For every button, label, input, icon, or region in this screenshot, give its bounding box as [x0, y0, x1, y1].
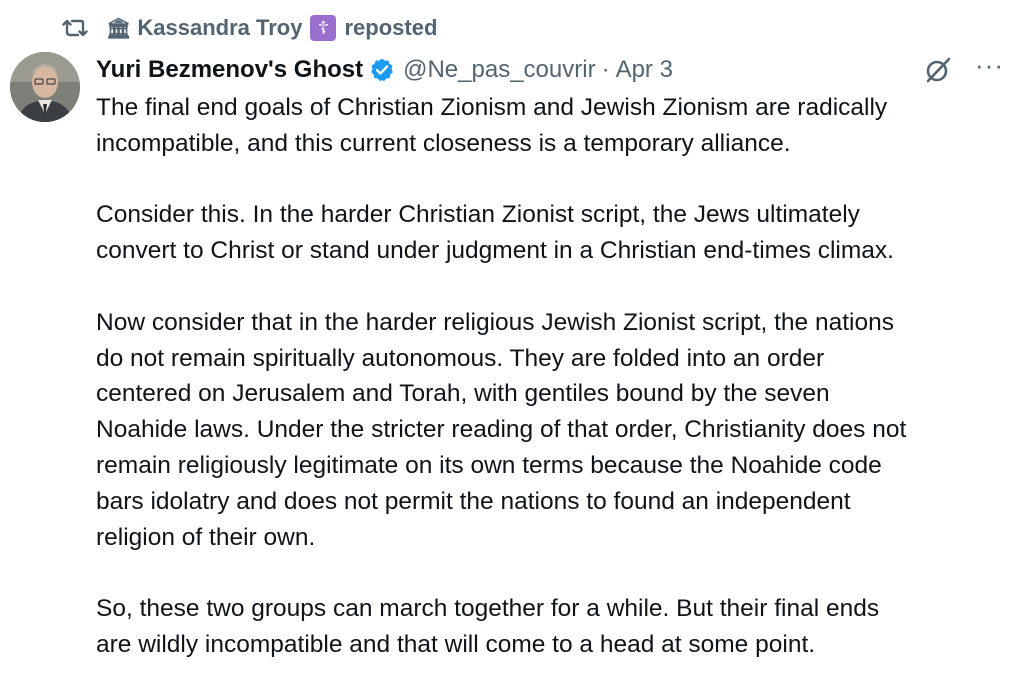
tweet-paragraph-3: Now consider that in the harder religiou…: [96, 308, 907, 551]
avatar[interactable]: [10, 52, 80, 122]
orthodox-cross-icon: ☦: [310, 15, 337, 41]
author-handle[interactable]: @Ne_pas_couvrir: [403, 56, 595, 84]
building-emoji-icon: 🏛: [106, 17, 132, 40]
grok-icon[interactable]: [923, 55, 953, 85]
author-display-name[interactable]: Yuri Bezmenov's Ghost: [96, 56, 363, 84]
tweet-paragraph-4: So, these two groups can march together …: [96, 595, 880, 658]
more-icon[interactable]: ···: [975, 52, 1004, 78]
tweet-header: Yuri Bezmenov's Ghost @Ne_pas_couvrir · …: [96, 52, 1004, 87]
tweet-paragraph-2: Consider this. In the harder Christian Z…: [96, 201, 894, 265]
repost-context: 🏛 Kassandra Troy ☦ reposted: [62, 12, 437, 44]
dot-separator: ·: [601, 56, 610, 83]
verified-badge-icon: [369, 57, 395, 83]
tweet-date[interactable]: Apr 3: [616, 56, 673, 84]
tweet-paragraph-1: The final end goals of Christian Zionism…: [96, 94, 888, 157]
tweet-text: The final end goals of Christian Zionism…: [96, 90, 1016, 663]
header-actions: ···: [923, 52, 1004, 87]
reposter-name[interactable]: Kassandra Troy: [137, 15, 302, 41]
repost-label: reposted: [344, 15, 438, 40]
repost-icon: [62, 17, 88, 39]
